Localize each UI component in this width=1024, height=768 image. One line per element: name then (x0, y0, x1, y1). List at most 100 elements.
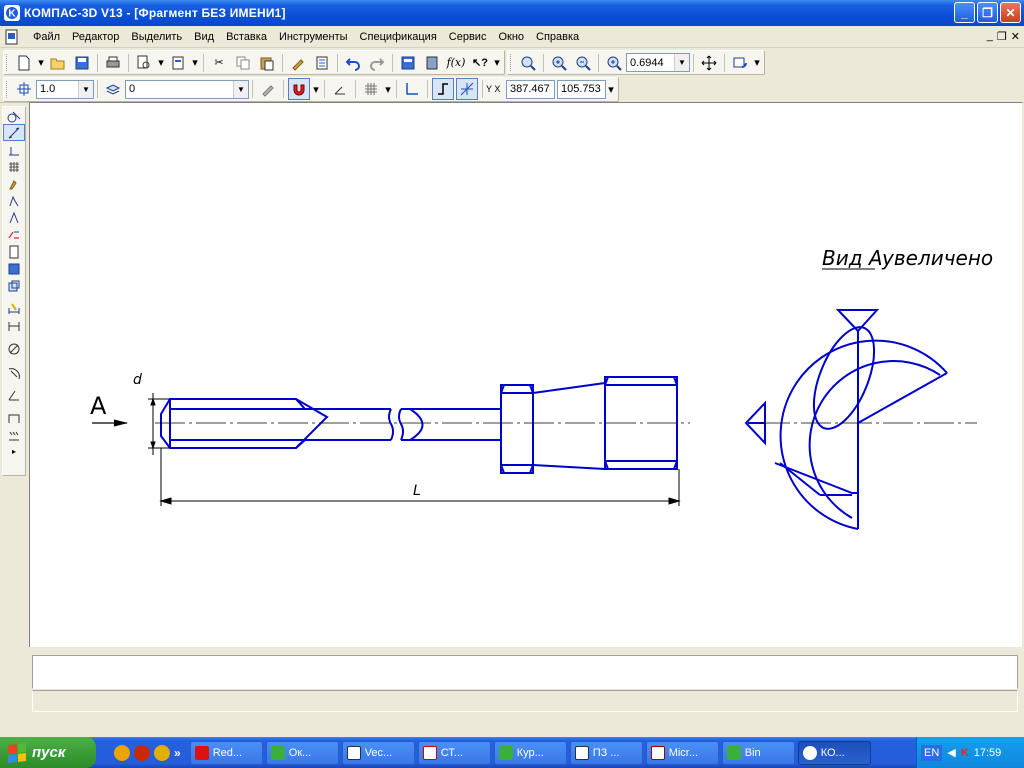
sizes-icon[interactable] (3, 124, 25, 141)
pan-icon[interactable] (698, 52, 720, 74)
new-file-icon[interactable] (13, 52, 35, 74)
zoom-window-icon[interactable] (517, 52, 539, 74)
step-cursor-icon[interactable] (13, 78, 35, 100)
task-kompas[interactable]: КО... (797, 740, 871, 765)
variables-icon[interactable]: f(x) (445, 52, 467, 74)
task-pdf[interactable]: СТ... (417, 740, 491, 765)
task-micr[interactable]: Micr... (645, 740, 719, 765)
close-button[interactable]: ✕ (1000, 2, 1021, 23)
coordinate-y-field[interactable]: 105.753 (557, 79, 606, 99)
diameter-icon[interactable] (3, 340, 25, 357)
angle-icon[interactable] (3, 386, 25, 403)
parametrization-icon[interactable] (3, 175, 25, 192)
dropdown-arrow-icon[interactable]: ▾ (157, 52, 165, 74)
select-icon[interactable] (3, 209, 25, 226)
task-yandex[interactable]: Red... (189, 740, 263, 765)
toolbar-grip[interactable] (6, 54, 9, 71)
menu-tools[interactable]: Инструменты (274, 26, 355, 48)
copy-icon[interactable] (232, 52, 254, 74)
local-cs-icon[interactable] (329, 78, 351, 100)
hatch-icon[interactable] (3, 426, 25, 443)
help-pointer-icon[interactable]: ↖? (469, 52, 491, 74)
radius-icon[interactable] (3, 363, 25, 380)
mdi-restore-button[interactable]: ❐ (997, 30, 1007, 43)
dropdown-arrow-icon[interactable]: ▾ (37, 52, 45, 74)
linear-dim-icon[interactable] (3, 300, 25, 317)
mdi-minimize-button[interactable]: _ (987, 30, 993, 43)
current-layer-combo[interactable]: 0 ▼ (125, 79, 249, 99)
quicklaunch-browser-icon[interactable] (134, 744, 150, 761)
layers-icon[interactable] (102, 78, 124, 100)
menu-insert[interactable]: Вставка (221, 26, 274, 48)
dropdown-arrow-icon[interactable]: ▾ (493, 52, 501, 74)
open-folder-icon[interactable] (47, 52, 69, 74)
clock[interactable]: 17:59 (974, 747, 1002, 759)
paste-icon[interactable] (256, 52, 278, 74)
snap-magnet-icon[interactable] (288, 78, 310, 100)
coordinate-x-field[interactable]: 387.467 (506, 79, 555, 99)
start-button[interactable]: пуск (0, 737, 96, 768)
print-icon[interactable] (102, 52, 124, 74)
dropdown-arrow-icon[interactable]: ▾ (753, 52, 761, 74)
refresh-view-icon[interactable] (729, 52, 751, 74)
zoom-scale-icon[interactable] (603, 52, 625, 74)
zoom-in-icon[interactable] (548, 52, 570, 74)
kompas-app-icon[interactable]: K (4, 5, 20, 21)
orthogonal-cs-icon[interactable] (401, 78, 423, 100)
menu-specification[interactable]: Спецификация (355, 26, 444, 48)
quicklaunch-more-icon[interactable]: » (174, 746, 181, 760)
zoom-level-combo[interactable]: 0.6944 ▼ (626, 53, 690, 72)
save-icon[interactable] (71, 52, 93, 74)
menu-window[interactable]: Окно (493, 26, 531, 48)
task-word-pz[interactable]: ПЗ ... (569, 740, 643, 765)
menu-editor[interactable]: Редактор (67, 26, 126, 48)
tray-back-icon[interactable]: ◀ (947, 746, 955, 759)
document-manager-icon[interactable] (167, 52, 189, 74)
quicklaunch-app-icon[interactable] (114, 744, 130, 761)
menu-help[interactable]: Справка (531, 26, 586, 48)
task-folder-kur[interactable]: Кур... (493, 740, 567, 765)
menu-file[interactable]: Файл (28, 26, 67, 48)
menu-service[interactable]: Сервис (444, 26, 494, 48)
expand-arrow-icon[interactable]: ▸ (3, 443, 25, 460)
dropdown-arrow-icon[interactable]: ▾ (191, 52, 199, 74)
chevron-down-icon[interactable]: ▼ (674, 54, 689, 71)
cut-icon[interactable]: ✂ (208, 52, 230, 74)
toolbar-grip[interactable] (510, 54, 513, 71)
library-icon[interactable] (421, 52, 443, 74)
ortho-mode-icon[interactable] (432, 78, 454, 100)
print-preview-icon[interactable] (133, 52, 155, 74)
manager-icon[interactable] (397, 52, 419, 74)
linear-size-icon[interactable] (3, 317, 25, 334)
minimize-button[interactable]: _ (954, 2, 975, 23)
round-coordinates-icon[interactable] (456, 78, 478, 100)
copy-properties-icon[interactable] (287, 52, 309, 74)
toolbar-grip[interactable] (6, 80, 9, 98)
undo-icon[interactable] (342, 52, 364, 74)
spec-icon[interactable] (3, 226, 25, 243)
dropdown-arrow-icon[interactable]: ▾ (607, 78, 615, 100)
elements-icon[interactable] (3, 260, 25, 277)
designations-icon[interactable] (3, 141, 25, 158)
task-folder[interactable]: Ок... (265, 740, 339, 765)
measurement-icon[interactable] (3, 192, 25, 209)
views-icon[interactable] (3, 277, 25, 294)
restore-button[interactable]: ❐ (977, 2, 998, 23)
redo-icon[interactable] (366, 52, 388, 74)
properties-icon[interactable] (311, 52, 333, 74)
menu-select[interactable]: Выделить (126, 26, 189, 48)
dropdown-arrow-icon[interactable]: ▾ (312, 78, 320, 100)
language-indicator[interactable]: EN (921, 744, 943, 761)
zoom-out-icon[interactable] (572, 52, 594, 74)
edit-icon[interactable] (3, 158, 25, 175)
menu-view[interactable]: Вид (189, 26, 221, 48)
object-properties-icon[interactable] (257, 78, 279, 100)
cursor-step-combo[interactable]: 1.0 ▼ (36, 79, 94, 99)
chevron-down-icon[interactable]: ▼ (233, 80, 248, 98)
dropdown-arrow-icon[interactable]: ▾ (384, 78, 392, 100)
reports-icon[interactable] (3, 243, 25, 260)
quicklaunch-media-icon[interactable] (154, 744, 170, 761)
arc-length-icon[interactable] (3, 409, 25, 426)
grid-icon[interactable] (360, 78, 382, 100)
geometry-icon[interactable] (3, 107, 25, 124)
